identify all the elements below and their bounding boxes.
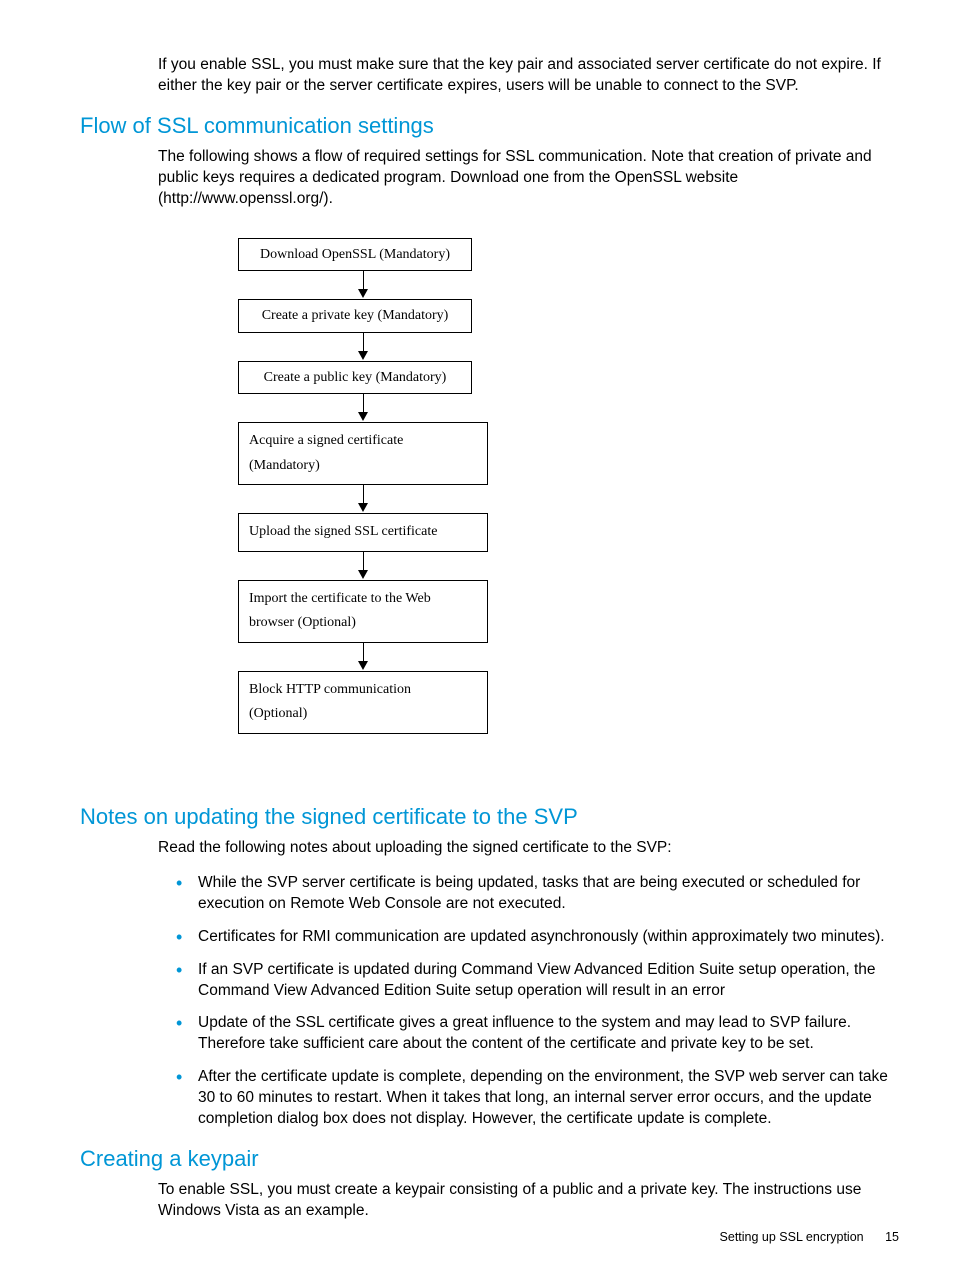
flow-step-line: Upload the signed SSL certificate <box>249 520 477 545</box>
flow-step-line: Block HTTP communication <box>249 678 477 703</box>
flow-step-acquire-cert: Acquire a signed certificate (Mandatory) <box>238 422 488 485</box>
flow-step-public-key: Create a public key (Mandatory) <box>238 361 472 395</box>
list-item: If an SVP certificate is updated during … <box>198 960 899 1002</box>
arrow-down-icon <box>238 333 488 361</box>
heading-notes-svp: Notes on updating the signed certificate… <box>80 804 899 830</box>
flow-step-line: browser (Optional) <box>249 611 477 636</box>
flow-step-line: Import the certificate to the Web <box>249 587 477 612</box>
list-item: While the SVP server certificate is bein… <box>198 873 899 915</box>
notes-intro-paragraph: Read the following notes about uploading… <box>158 838 899 859</box>
footer-page-number: 15 <box>885 1230 899 1244</box>
list-item: Certificates for RMI communication are u… <box>198 927 899 948</box>
intro-paragraph: If you enable SSL, you must make sure th… <box>158 55 899 97</box>
ssl-flowchart: Download OpenSSL (Mandatory) Create a pr… <box>238 238 899 734</box>
document-page: If you enable SSL, you must make sure th… <box>0 0 954 1276</box>
flow-step-line: (Optional) <box>249 702 477 727</box>
heading-creating-keypair: Creating a keypair <box>80 1146 899 1172</box>
arrow-down-icon <box>238 394 488 422</box>
arrow-down-icon <box>238 552 488 580</box>
list-item: After the certificate update is complete… <box>198 1067 899 1130</box>
arrow-down-icon <box>238 485 488 513</box>
flow-step-block-http: Block HTTP communication (Optional) <box>238 671 488 734</box>
flow-step-line: Acquire a signed certificate <box>249 429 477 454</box>
flow-ssl-paragraph: The following shows a flow of required s… <box>158 147 899 210</box>
notes-list: While the SVP server certificate is bein… <box>158 873 899 1130</box>
arrow-down-icon <box>238 643 488 671</box>
heading-flow-ssl: Flow of SSL communication settings <box>80 113 899 139</box>
flow-step-import-browser: Import the certificate to the Web browse… <box>238 580 488 643</box>
page-footer: Setting up SSL encryption 15 <box>720 1230 899 1244</box>
flow-step-download-openssl: Download OpenSSL (Mandatory) <box>238 238 472 272</box>
flow-step-private-key: Create a private key (Mandatory) <box>238 299 472 333</box>
footer-title: Setting up SSL encryption <box>720 1230 864 1244</box>
keypair-paragraph: To enable SSL, you must create a keypair… <box>158 1180 899 1222</box>
flow-step-line: (Mandatory) <box>249 454 477 479</box>
flow-step-upload-cert: Upload the signed SSL certificate <box>238 513 488 552</box>
list-item: Update of the SSL certificate gives a gr… <box>198 1013 899 1055</box>
arrow-down-icon <box>238 271 488 299</box>
